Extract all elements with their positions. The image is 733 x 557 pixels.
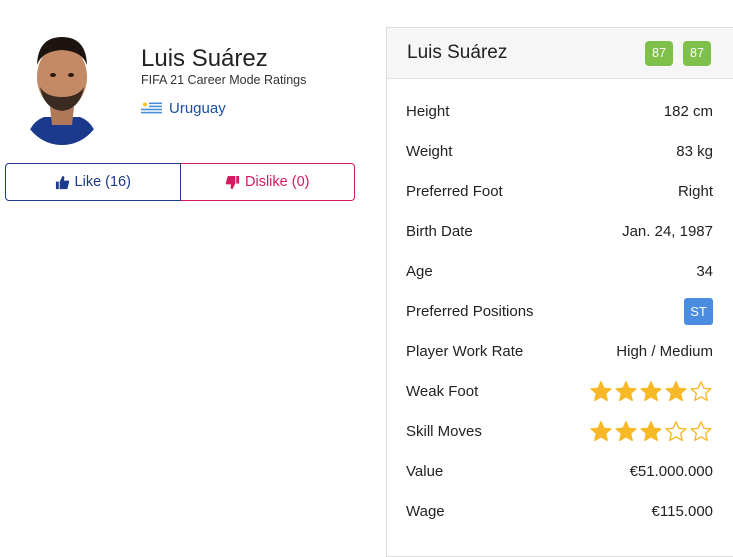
nation-label: Uruguay [169,99,226,117]
thumbs-down-icon [225,175,240,189]
ratings-subtitle: FIFA 21 Career Mode Ratings [141,73,307,87]
info-row-wage: Wage €115.000 [406,499,713,523]
skill-moves-stars [589,420,713,443]
thumbs-up-icon [55,175,69,189]
player-name: Luis Suárez [141,45,268,72]
dislike-label: Dislike (0) [245,174,310,190]
card-title: Luis Suárez [407,42,508,63]
star-filled-icon [665,380,687,401]
weak-foot-stars [589,380,713,403]
position-badge-st[interactable]: ST [684,297,713,325]
info-value: €51.000.000 [629,462,713,480]
info-row-preferred-positions: Preferred Positions ST [406,297,713,325]
star-empty-icon [690,420,712,441]
info-row-weight: Weight 83 kg [406,139,713,163]
player-info-card: Luis Suárez 87 87 Height 182 cm Weight 8… [386,27,733,557]
info-label: Wage [406,502,445,520]
info-value: High / Medium [616,342,713,360]
info-row-work-rate: Player Work Rate High / Medium [406,339,713,363]
info-label: Preferred Positions [406,302,534,320]
player-photo [22,25,102,145]
star-filled-icon [640,420,662,441]
info-label: Age [406,262,433,280]
overall-rating-badge: 87 [645,40,673,66]
info-label: Player Work Rate [406,342,524,360]
info-value: Right [677,182,713,200]
star-empty-icon [690,380,712,401]
info-label: Preferred Foot [406,182,503,200]
star-filled-icon [615,420,637,441]
dislike-button[interactable]: Dislike (0) [180,163,355,201]
info-value: €115.000 [651,502,713,520]
info-value: Jan. 24, 1987 [622,222,713,240]
info-label: Height [406,102,450,120]
star-filled-icon [615,380,637,401]
info-row-weak-foot: Weak Foot [406,379,713,403]
star-filled-icon [590,380,612,401]
like-button[interactable]: Like (16) [5,163,181,201]
potential-rating-badge: 87 [683,40,711,66]
info-row-height: Height 182 cm [406,99,713,123]
info-label: Weak Foot [406,382,479,400]
info-value: 83 kg [676,142,713,160]
info-label: Weight [406,142,453,160]
info-row-birth-date: Birth Date Jan. 24, 1987 [406,219,713,243]
info-row-value: Value €51.000.000 [406,459,713,483]
card-header: Luis Suárez 87 87 [387,28,733,79]
like-label: Like (16) [74,174,131,190]
info-label: Skill Moves [406,422,482,440]
info-value: 34 [696,262,713,280]
vote-buttons: Like (16) Dislike (0) [5,163,355,201]
star-empty-icon [665,420,687,441]
info-value: 182 cm [663,102,713,120]
info-row-preferred-foot: Preferred Foot Right [406,179,713,203]
nation-link[interactable]: Uruguay [141,98,226,118]
info-label: Value [406,462,444,480]
info-row-skill-moves: Skill Moves [406,419,713,443]
uruguay-flag-icon [141,101,162,115]
info-label: Birth Date [406,222,473,240]
star-filled-icon [640,380,662,401]
star-filled-icon [590,420,612,441]
info-row-age: Age 34 [406,259,713,283]
